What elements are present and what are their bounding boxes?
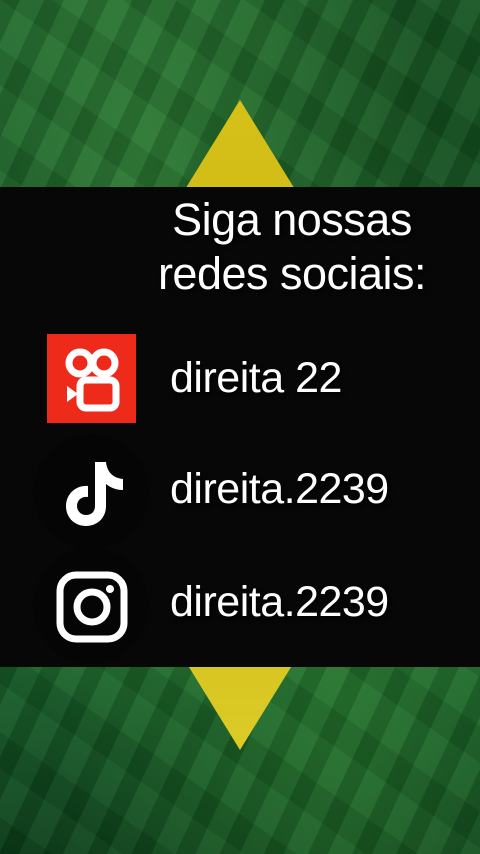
social-row-tiktok[interactable]: direita.2239	[0, 437, 480, 547]
title-line-1: Siga nossas	[172, 194, 412, 245]
page-title: Siga nossas redes sociais:	[0, 193, 480, 301]
tiktok-handle[interactable]: direita.2239	[170, 463, 389, 515]
social-row-kwai[interactable]: direita 22	[0, 326, 480, 436]
kwai-handle[interactable]: direita 22	[170, 352, 342, 404]
social-row-instagram[interactable]: direita.2239	[0, 550, 480, 660]
instagram-handle[interactable]: direita.2239	[170, 576, 389, 628]
title-line-2: redes sociais:	[157, 248, 427, 299]
